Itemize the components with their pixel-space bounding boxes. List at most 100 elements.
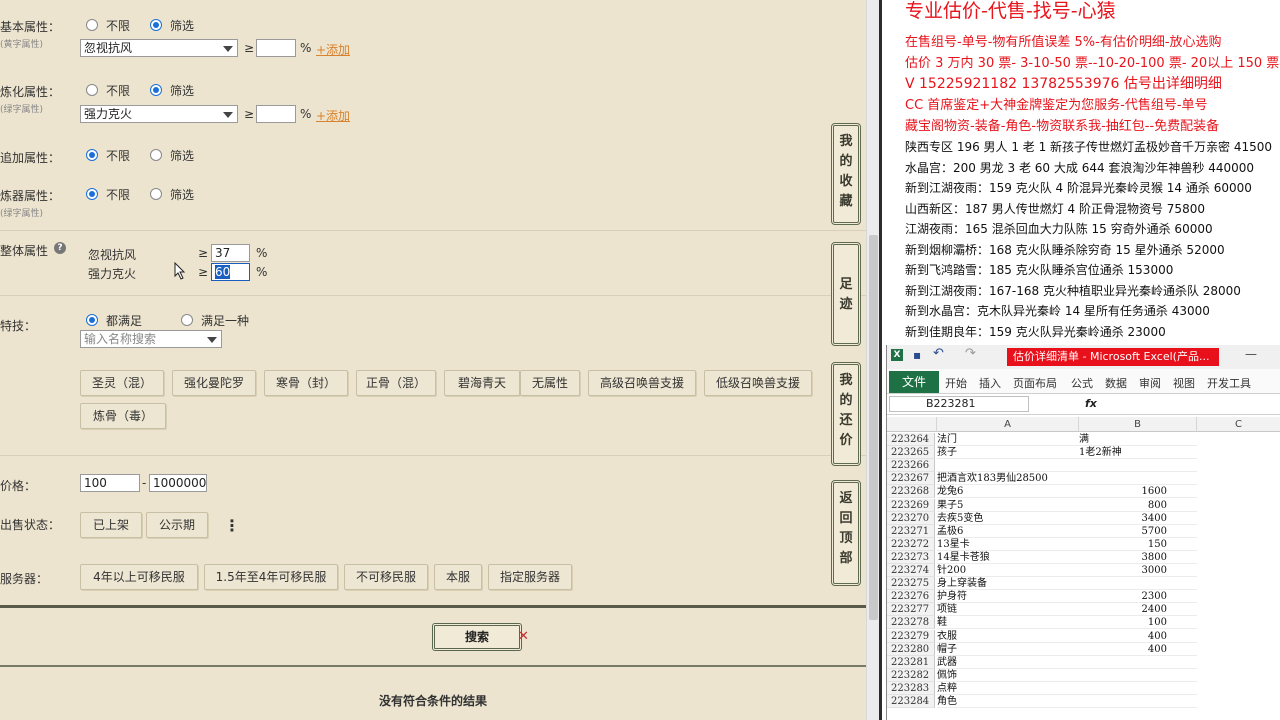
- cell-a[interactable]: 针200: [937, 564, 1079, 577]
- cell-a[interactable]: 果子5: [937, 499, 1079, 512]
- cell-a[interactable]: 护身符: [937, 590, 1079, 604]
- basic-attr-radio-any[interactable]: 不限: [86, 17, 130, 34]
- cell-a[interactable]: 去疾5变色: [937, 512, 1079, 525]
- cell-b[interactable]: 2400: [1079, 603, 1197, 617]
- cell-a[interactable]: 帽子: [937, 643, 1079, 656]
- server-button[interactable]: 1.5年至4年可移民服: [204, 564, 338, 590]
- price-max-input[interactable]: 1000000: [149, 474, 207, 492]
- more-options-icon[interactable]: ⋮: [224, 516, 240, 535]
- cell-b[interactable]: 150: [1079, 538, 1197, 551]
- cell-b[interactable]: 3000: [1079, 564, 1197, 577]
- search-button[interactable]: 搜索: [432, 623, 522, 651]
- excel-name-box[interactable]: B223281: [889, 396, 1029, 412]
- row-number[interactable]: 223268: [887, 485, 935, 499]
- server-button[interactable]: 指定服务器: [488, 564, 572, 590]
- back-to-top-button[interactable]: 返回顶部: [831, 480, 861, 586]
- row-number[interactable]: 223267: [887, 472, 935, 486]
- row-number[interactable]: 223279: [887, 629, 935, 643]
- cell-b[interactable]: [1079, 695, 1197, 708]
- row-number[interactable]: 223269: [887, 498, 935, 512]
- cell-a[interactable]: 孟极6: [937, 525, 1079, 538]
- cell-b[interactable]: 5700: [1079, 525, 1197, 538]
- row-number[interactable]: 223271: [887, 524, 935, 538]
- refiner-attr-radio-filter[interactable]: 筛选: [150, 186, 194, 203]
- skill-radio-all[interactable]: 都满足: [86, 312, 142, 329]
- column-header-b[interactable]: B: [1079, 417, 1197, 432]
- excel-ribbon-tab[interactable]: 页面布局: [1013, 375, 1057, 391]
- cell-a[interactable]: 衣服: [937, 630, 1079, 643]
- skill-tag[interactable]: 低级召唤兽支援: [704, 370, 812, 396]
- skill-tag[interactable]: 炼骨（毒）: [80, 403, 166, 429]
- cell-b[interactable]: 1老2新神: [1079, 446, 1197, 460]
- excel-ribbon-tab[interactable]: 开始: [945, 375, 967, 391]
- row-number[interactable]: 223278: [887, 616, 935, 630]
- row-number[interactable]: 223265: [887, 446, 935, 460]
- row-number[interactable]: 223283: [887, 681, 935, 695]
- row-number[interactable]: 223272: [887, 537, 935, 551]
- cell-b[interactable]: [1079, 472, 1197, 486]
- cell-a[interactable]: [937, 459, 1079, 473]
- skill-tag[interactable]: 高级召唤兽支援: [588, 370, 696, 396]
- skill-tag[interactable]: 正骨（混）: [356, 370, 436, 396]
- refine-attr-value-input[interactable]: [256, 105, 296, 123]
- cell-a[interactable]: 孩子: [937, 446, 1079, 460]
- row-number[interactable]: 223281: [887, 655, 935, 669]
- excel-ribbon-tab[interactable]: 开发工具: [1207, 375, 1251, 391]
- cell-b[interactable]: 400: [1079, 643, 1197, 656]
- cell-b[interactable]: [1079, 669, 1197, 682]
- column-header-a[interactable]: A: [937, 417, 1079, 432]
- row-number[interactable]: 223282: [887, 668, 935, 682]
- cell-b[interactable]: 满: [1079, 433, 1197, 446]
- basic-attr-radio-filter[interactable]: 筛选: [150, 17, 194, 34]
- append-attr-radio-any[interactable]: 不限: [86, 147, 130, 164]
- cell-b[interactable]: [1079, 459, 1197, 473]
- cell-b[interactable]: 3400: [1079, 512, 1197, 525]
- cell-a[interactable]: 13星卡: [937, 538, 1079, 551]
- cell-a[interactable]: 龙兔6: [937, 485, 1079, 499]
- cell-b[interactable]: [1079, 577, 1197, 591]
- row-number[interactable]: 223266: [887, 459, 935, 473]
- cell-b[interactable]: 400: [1079, 630, 1197, 643]
- sale-status-publicity-button[interactable]: 公示期: [146, 512, 208, 538]
- skill-tag[interactable]: 圣灵（混）: [80, 370, 164, 396]
- cell-b[interactable]: [1079, 656, 1197, 669]
- cell-a[interactable]: 身上穿装备: [937, 577, 1079, 591]
- append-attr-radio-filter[interactable]: 筛选: [150, 147, 194, 164]
- help-icon[interactable]: ?: [54, 242, 66, 254]
- cell-a[interactable]: 鞋: [937, 616, 1079, 630]
- refiner-attr-radio-any[interactable]: 不限: [86, 186, 130, 203]
- cell-b[interactable]: 2300: [1079, 590, 1197, 604]
- refine-attr-select[interactable]: 强力克火: [80, 105, 238, 123]
- cell-a[interactable]: 把酒言欢183男仙28500: [937, 472, 1079, 486]
- column-header-c[interactable]: C: [1197, 417, 1280, 432]
- cell-a[interactable]: 点粹: [937, 682, 1079, 695]
- overall-row-1-input[interactable]: 37: [211, 244, 250, 262]
- skill-tag[interactable]: 强化曼陀罗: [172, 370, 256, 396]
- cell-a[interactable]: 法门: [937, 433, 1079, 446]
- row-number[interactable]: 223264: [887, 433, 935, 446]
- excel-ribbon-tab[interactable]: 公式: [1071, 375, 1093, 391]
- refine-attr-radio-filter[interactable]: 筛选: [150, 82, 194, 99]
- excel-file-tab[interactable]: 文件: [889, 371, 939, 393]
- my-counter-offer-button[interactable]: 我的还价: [831, 362, 861, 466]
- cell-b[interactable]: 1600: [1079, 485, 1197, 499]
- skill-search-select[interactable]: 输入名称搜索: [80, 330, 222, 348]
- cell-a[interactable]: 佩饰: [937, 669, 1079, 682]
- cell-a[interactable]: 14星卡苍狼: [937, 551, 1079, 564]
- row-number[interactable]: 223270: [887, 511, 935, 525]
- redo-icon[interactable]: ↷: [965, 346, 976, 361]
- footprint-button[interactable]: 足迹: [831, 242, 861, 346]
- cell-b[interactable]: 3800: [1079, 551, 1197, 564]
- basic-attr-value-input[interactable]: [256, 39, 296, 57]
- row-number[interactable]: 223284: [887, 695, 935, 708]
- cell-b[interactable]: [1079, 682, 1197, 695]
- corner-cell[interactable]: [887, 417, 937, 432]
- excel-ribbon-tab[interactable]: 审阅: [1139, 375, 1161, 391]
- server-button[interactable]: 4年以上可移民服: [80, 564, 198, 590]
- row-number[interactable]: 223273: [887, 550, 935, 564]
- minimize-icon[interactable]: —: [1245, 347, 1257, 361]
- cell-b[interactable]: 100: [1079, 616, 1197, 630]
- undo-icon[interactable]: ↶: [933, 346, 944, 361]
- refine-attr-add-link[interactable]: +添加: [316, 107, 350, 124]
- row-number[interactable]: 223275: [887, 577, 935, 591]
